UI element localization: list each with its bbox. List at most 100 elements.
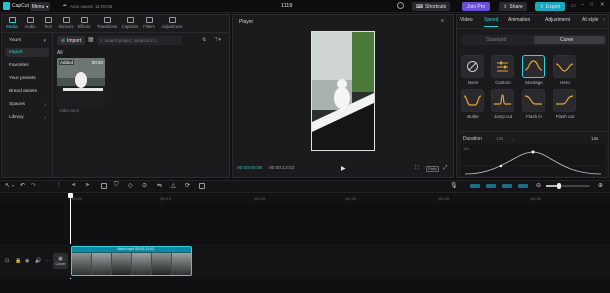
curve-none[interactable] [461, 55, 484, 78]
zoom-slider[interactable] [546, 183, 590, 189]
split-right-icon[interactable]: ⫸ [86, 182, 89, 189]
tab-stickers[interactable]: Stickers [58, 17, 74, 29]
sort-icon[interactable]: ⇅ [202, 37, 206, 43]
curve-custom[interactable] [491, 55, 514, 78]
tab-adjustment[interactable]: Adjustment [158, 17, 186, 29]
timeline-ruler[interactable] [0, 194, 610, 203]
crop-icon[interactable] [199, 183, 205, 189]
curve-flash-in[interactable] [522, 89, 545, 112]
sidebar-item-brand-assets[interactable]: Brand assets [5, 87, 49, 96]
player-panel: Player ≡ 00:00:00:00 00:00:13:02 ▶ ⛶ Rat… [232, 14, 454, 178]
tab-adjustment-right[interactable]: Adjustment [545, 17, 570, 23]
curve-hero[interactable] [553, 55, 576, 78]
transitions-icon [103, 17, 111, 23]
split-left-icon[interactable]: ⫷ [72, 182, 75, 189]
tab-animation[interactable]: Animation [508, 17, 530, 23]
mode-curve[interactable]: Curve [560, 37, 573, 43]
sidebar-item-favorites[interactable]: Favorites [5, 61, 49, 70]
sidebar-item-yours[interactable]: Yours ▾ [5, 36, 49, 45]
share-button[interactable]: ⇪ Share [499, 2, 527, 11]
title-bar: CapCut Menu ▾ ☁ Auto saved: 11:00:06 1119… [0, 0, 610, 13]
play-circle-icon[interactable]: ⊙ [142, 182, 147, 189]
join-pro-button[interactable]: Join Pro [462, 2, 490, 11]
search-input[interactable]: ⌕ Search project, subjects in (... [97, 36, 182, 45]
tab-media[interactable]: Media [4, 17, 20, 29]
arrow-right-icon: → [510, 136, 515, 141]
filter-all[interactable]: All [57, 50, 63, 56]
crop-handle-br[interactable] [371, 147, 374, 150]
close-icon[interactable]: ✕ [600, 2, 605, 8]
link-main-track-icon[interactable] [470, 184, 480, 188]
profile-icon[interactable] [397, 2, 404, 9]
track-lock2-icon[interactable]: 🔒 [15, 258, 21, 264]
zoom-in-icon[interactable]: ⊕ [598, 182, 603, 189]
tab-transitions[interactable]: Transitions [96, 17, 118, 29]
tab-effects[interactable]: Effects [76, 17, 92, 29]
sidebar-item-presets[interactable]: Your presets [5, 74, 49, 83]
project-title[interactable]: 1119 [281, 3, 292, 9]
play-icon[interactable]: ▶ [341, 165, 346, 172]
zoom-slider-handle[interactable] [557, 183, 561, 189]
sidebar-item-import[interactable]: Import [5, 48, 49, 57]
ratio-button[interactable]: Ratio [426, 166, 439, 172]
export-button[interactable]: ⇧ Export [535, 2, 565, 11]
curve-flash-out[interactable] [553, 89, 576, 112]
effect-label: Flash out [555, 114, 575, 119]
tab-speed[interactable]: Speed [484, 17, 498, 23]
redo-icon[interactable]: ↷ [31, 182, 36, 189]
shortcuts-button[interactable]: ⌨ Shortcuts [412, 2, 450, 11]
menu-button[interactable]: Menu ▾ [30, 2, 50, 11]
tab-text[interactable]: Text [40, 17, 56, 29]
tab-video[interactable]: Video [460, 17, 473, 23]
import-button[interactable]: ⊕ Import [57, 36, 85, 45]
filter-icon[interactable]: ⊤▾ [214, 37, 221, 43]
undo-icon[interactable]: ↶ [20, 182, 25, 189]
maximize-icon[interactable]: □ [590, 2, 593, 8]
tab-filters[interactable]: Filters [140, 17, 158, 29]
sidebar-item-spaces[interactable]: Spaces › [5, 100, 49, 109]
track-more-icon[interactable]: ⋯ [45, 258, 50, 264]
cover-label: Cover [55, 262, 66, 266]
video-clip[interactable]: Video.mp4 00:00:13:02 [71, 246, 192, 276]
tab-captions[interactable]: Captions [120, 17, 140, 29]
dropdown-icon[interactable]: ▾ [12, 183, 14, 188]
more-tabs-icon[interactable]: › [603, 17, 605, 23]
media-clip-thumbnail[interactable]: Added 00:20 [57, 58, 105, 106]
custom-icon [497, 61, 508, 72]
split-icon[interactable]: ⫶ [58, 182, 60, 189]
curve-bullet[interactable] [461, 89, 484, 112]
snap-icon[interactable] [518, 184, 528, 188]
track-visibility-icon[interactable]: ◉ [25, 258, 29, 264]
zoom-out-icon[interactable]: ⊖ [536, 182, 541, 189]
curve-montage[interactable] [522, 55, 545, 78]
tab-audio[interactable]: Audio [22, 17, 38, 29]
delete-icon[interactable] [101, 183, 107, 189]
curve-jump-cut[interactable] [491, 89, 514, 112]
video-preview[interactable] [311, 31, 375, 151]
ruler-tick: |00:10 [160, 196, 172, 201]
track-lock-icon[interactable]: ⊡ [5, 258, 9, 264]
flip-icon[interactable]: ⇋ [157, 182, 162, 189]
triangle-icon[interactable]: △ [171, 182, 176, 189]
track-audio-icon[interactable]: 🔊 [35, 258, 41, 264]
layout-icon[interactable]: ▭ [571, 3, 576, 9]
preview-axis-icon[interactable] [502, 184, 512, 188]
microphone-icon[interactable]: 🎙 [450, 182, 458, 189]
grid-view-icon[interactable]: ▦ [88, 36, 94, 43]
mode-standard[interactable]: Standard [486, 37, 506, 43]
shield-icon[interactable]: ⛉ [114, 182, 119, 189]
minimize-icon[interactable]: – [581, 2, 584, 8]
cover-button[interactable]: ▣ Cover [53, 253, 68, 269]
marker-icon[interactable]: ◇ [128, 182, 133, 189]
tab-ai-style[interactable]: AI style [582, 17, 604, 23]
link-clips-icon[interactable] [486, 184, 496, 188]
expand-icon[interactable]: ⤢ [443, 165, 447, 172]
select-cursor-icon[interactable]: ↖ [5, 182, 10, 189]
player-menu-icon[interactable]: ≡ [441, 18, 444, 24]
crop-handle-tl[interactable] [312, 32, 315, 35]
rotate-icon[interactable]: ⟳ [185, 182, 190, 189]
clip-frame [132, 253, 152, 275]
sidebar-item-library[interactable]: Library › [5, 113, 49, 122]
fullscreen-focus-icon[interactable]: ⛶ [415, 165, 419, 172]
speed-curve-editor[interactable]: 10x [461, 144, 605, 176]
